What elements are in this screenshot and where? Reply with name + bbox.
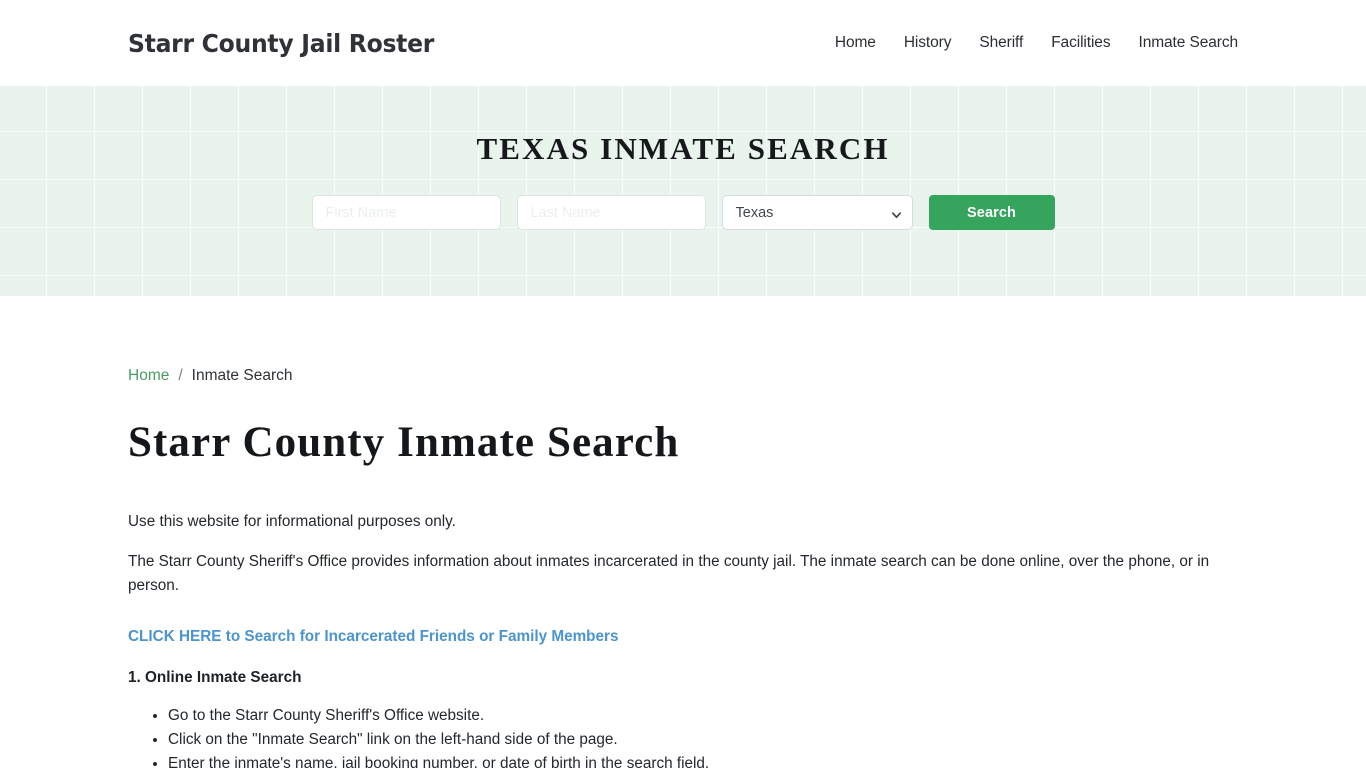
breadcrumb: Home / Inmate Search	[128, 296, 1238, 385]
nav-item-sheriff[interactable]: Sheriff	[979, 34, 1023, 52]
nav-item-history[interactable]: History	[904, 34, 952, 52]
state-select[interactable]: Texas	[721, 195, 913, 230]
breadcrumb-separator: /	[178, 367, 183, 384]
description-paragraph: The Starr County Sheriff's Office provid…	[128, 553, 1210, 595]
breadcrumb-home-link[interactable]: Home	[128, 367, 169, 385]
nav-item-facilities[interactable]: Facilities	[1051, 34, 1110, 52]
state-select-wrapper: Texas	[721, 195, 913, 230]
site-header: Starr County Jail Roster Home History Sh…	[0, 0, 1366, 86]
search-button[interactable]: Search	[928, 195, 1055, 230]
hero-title: TEXAS INMATE SEARCH	[476, 131, 890, 166]
list-item: Go to the Starr County Sheriff's Office …	[168, 704, 1238, 728]
online-search-steps-list: Go to the Starr County Sheriff's Office …	[128, 704, 1238, 768]
inmate-search-form: Texas Search	[311, 195, 1055, 230]
site-logo-title[interactable]: Starr County Jail Roster	[128, 29, 434, 58]
first-name-input[interactable]	[311, 195, 501, 230]
main-navigation: Home History Sheriff Facilities Inmate S…	[835, 34, 1238, 52]
nav-item-inmate-search[interactable]: Inmate Search	[1138, 34, 1238, 52]
page-title: Starr County Inmate Search	[128, 419, 680, 466]
intro-paragraph: Use this website for informational purpo…	[128, 513, 456, 531]
breadcrumb-current: Inmate Search	[191, 367, 293, 384]
section-heading-online-search: 1. Online Inmate Search	[128, 669, 302, 687]
list-item: Enter the inmate's name, jail booking nu…	[168, 752, 1238, 768]
nav-item-home[interactable]: Home	[835, 34, 876, 52]
last-name-input[interactable]	[516, 195, 706, 230]
list-item: Click on the "Inmate Search" link on the…	[168, 728, 1238, 752]
inmate-search-cta-link[interactable]: CLICK HERE to Search for Incarcerated Fr…	[128, 628, 619, 646]
main-content: Home / Inmate Search Starr County Inmate…	[0, 296, 1366, 768]
hero-search-banner: TEXAS INMATE SEARCH Texas Search	[0, 86, 1366, 296]
